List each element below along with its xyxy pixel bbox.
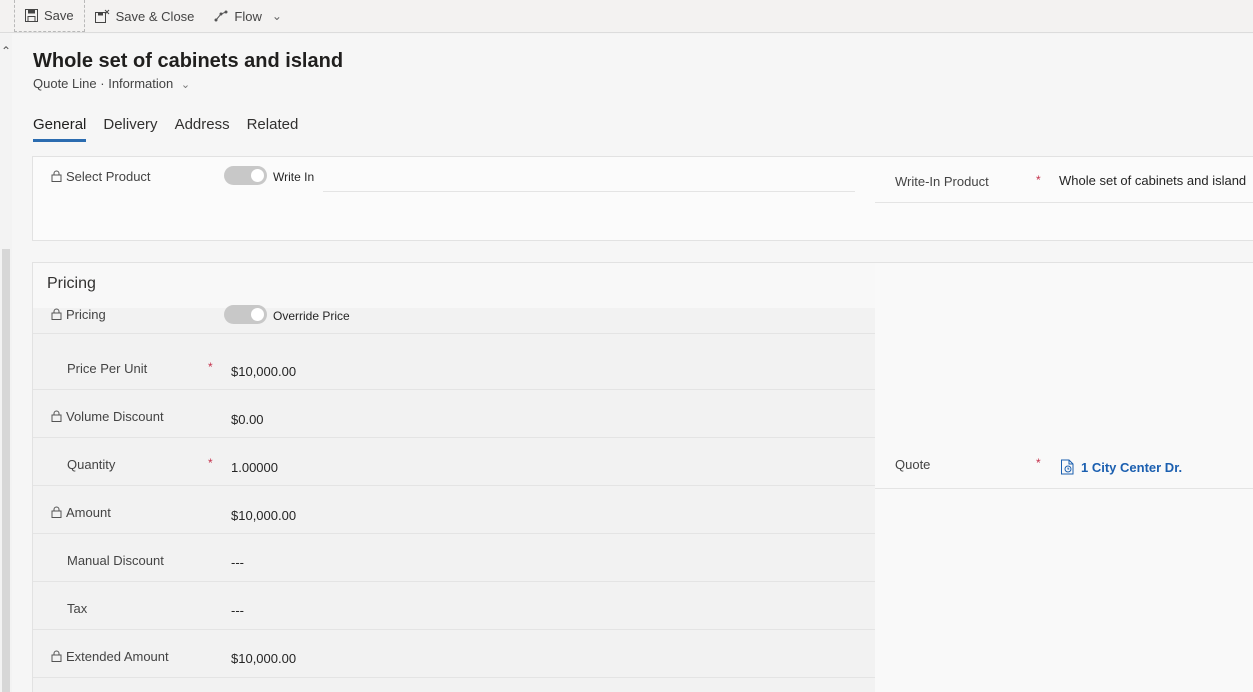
- writein-product-label: Write-In Product: [895, 174, 989, 189]
- lock-icon: [51, 170, 62, 182]
- separator: ·: [100, 76, 105, 91]
- flow-label: Flow: [234, 8, 262, 24]
- product-section: Select Product Write In Write-In Product…: [32, 156, 1253, 241]
- volume-discount-field: $0.00: [231, 412, 264, 427]
- save-icon: [25, 9, 38, 22]
- save-close-label: Save & Close: [115, 8, 195, 24]
- divider: [33, 389, 875, 390]
- chevron-down-icon[interactable]: ⌄: [272, 9, 282, 23]
- divider: [33, 485, 875, 486]
- form-selector[interactable]: Quote Line · Information ⌄: [33, 76, 190, 91]
- pricing-section: Pricing Pricing Override Price Price Per…: [32, 262, 1253, 692]
- quantity-label: Quantity: [67, 457, 116, 472]
- tab-general[interactable]: General: [33, 116, 87, 142]
- divider: [33, 629, 875, 630]
- entity-name: Quote Line: [33, 76, 97, 91]
- main-form: Whole set of cabinets and island Quote L…: [12, 34, 1253, 692]
- manual-discount-field[interactable]: ---: [231, 555, 244, 570]
- command-bar: Save Save & Close Flow ⌄: [0, 0, 1253, 33]
- required-marker: *: [208, 456, 213, 470]
- override-price-text: Override Price: [273, 309, 350, 323]
- lock-icon: [51, 308, 62, 320]
- writein-product-field[interactable]: Whole set of cabinets and island: [1059, 173, 1246, 188]
- divider: [875, 202, 1253, 203]
- lock-icon: [51, 410, 62, 422]
- amount-label: Amount: [51, 505, 111, 520]
- pricing-label-text: Pricing: [66, 307, 106, 322]
- tax-field[interactable]: ---: [231, 603, 244, 618]
- volume-discount-label: Volume Discount: [51, 409, 164, 424]
- divider: [323, 191, 855, 192]
- required-marker: *: [1036, 173, 1041, 187]
- chevron-down-icon[interactable]: ⌄: [181, 79, 190, 91]
- price-per-unit-field[interactable]: $10,000.00: [231, 364, 296, 379]
- extended-amount-field: $10,000.00: [231, 651, 297, 666]
- tab-address[interactable]: Address: [175, 116, 230, 142]
- quote-document-icon: [1061, 459, 1074, 475]
- pricing-header-band: [33, 263, 875, 308]
- lock-icon: [51, 506, 62, 518]
- save-close-button[interactable]: Save & Close: [85, 0, 205, 33]
- write-in-toggle[interactable]: [224, 166, 267, 185]
- form-name: Information: [108, 76, 174, 91]
- left-scroll-strip: [0, 34, 12, 692]
- price-per-unit-label: Price Per Unit: [67, 361, 148, 376]
- pricing-right-column: [875, 263, 1253, 692]
- required-marker: *: [208, 360, 213, 374]
- quote-label: Quote: [895, 457, 931, 472]
- save-close-icon: [94, 9, 109, 23]
- flow-button[interactable]: Flow ⌄: [204, 0, 292, 33]
- quote-lookup-link[interactable]: 1 City Center Dr.: [1060, 459, 1182, 475]
- manual-discount-label: Manual Discount: [67, 553, 164, 568]
- amount-text: Amount: [66, 505, 111, 520]
- form-header: Whole set of cabinets and island Quote L…: [12, 34, 1253, 154]
- extended-amount-text: Extended Amount: [66, 649, 169, 664]
- save-button[interactable]: Save: [14, 0, 85, 32]
- select-product-label: Select Product: [51, 169, 151, 184]
- volume-discount-text: Volume Discount: [66, 409, 164, 424]
- save-label: Save: [44, 8, 74, 23]
- required-marker: *: [1036, 456, 1041, 470]
- pricing-label: Pricing: [51, 307, 106, 322]
- select-product-text: Select Product: [66, 169, 151, 184]
- tab-related[interactable]: Related: [247, 116, 299, 142]
- divider: [33, 533, 875, 534]
- section-title: Pricing: [47, 275, 96, 292]
- tab-delivery[interactable]: Delivery: [103, 116, 157, 142]
- override-price-toggle[interactable]: [224, 305, 267, 324]
- divider: [33, 333, 875, 334]
- scrollbar[interactable]: [2, 249, 10, 692]
- divider: [875, 488, 1253, 489]
- flow-icon: [214, 10, 228, 22]
- lock-icon: [51, 650, 62, 662]
- amount-field: $10,000.00: [231, 508, 297, 523]
- tab-list: General Delivery Address Related: [33, 116, 315, 142]
- divider: [33, 437, 875, 438]
- toggle-value: Write In: [273, 170, 315, 184]
- page-title: Whole set of cabinets and island: [33, 50, 344, 72]
- tax-label: Tax: [67, 601, 88, 616]
- quote-link-text: 1 City Center Dr.: [1081, 459, 1183, 475]
- extended-amount-label: Extended Amount: [51, 649, 169, 664]
- collapse-icon[interactable]: ⌃: [1, 44, 11, 58]
- divider: [33, 677, 875, 678]
- divider: [33, 581, 875, 582]
- quantity-field[interactable]: 1.00000: [231, 460, 278, 475]
